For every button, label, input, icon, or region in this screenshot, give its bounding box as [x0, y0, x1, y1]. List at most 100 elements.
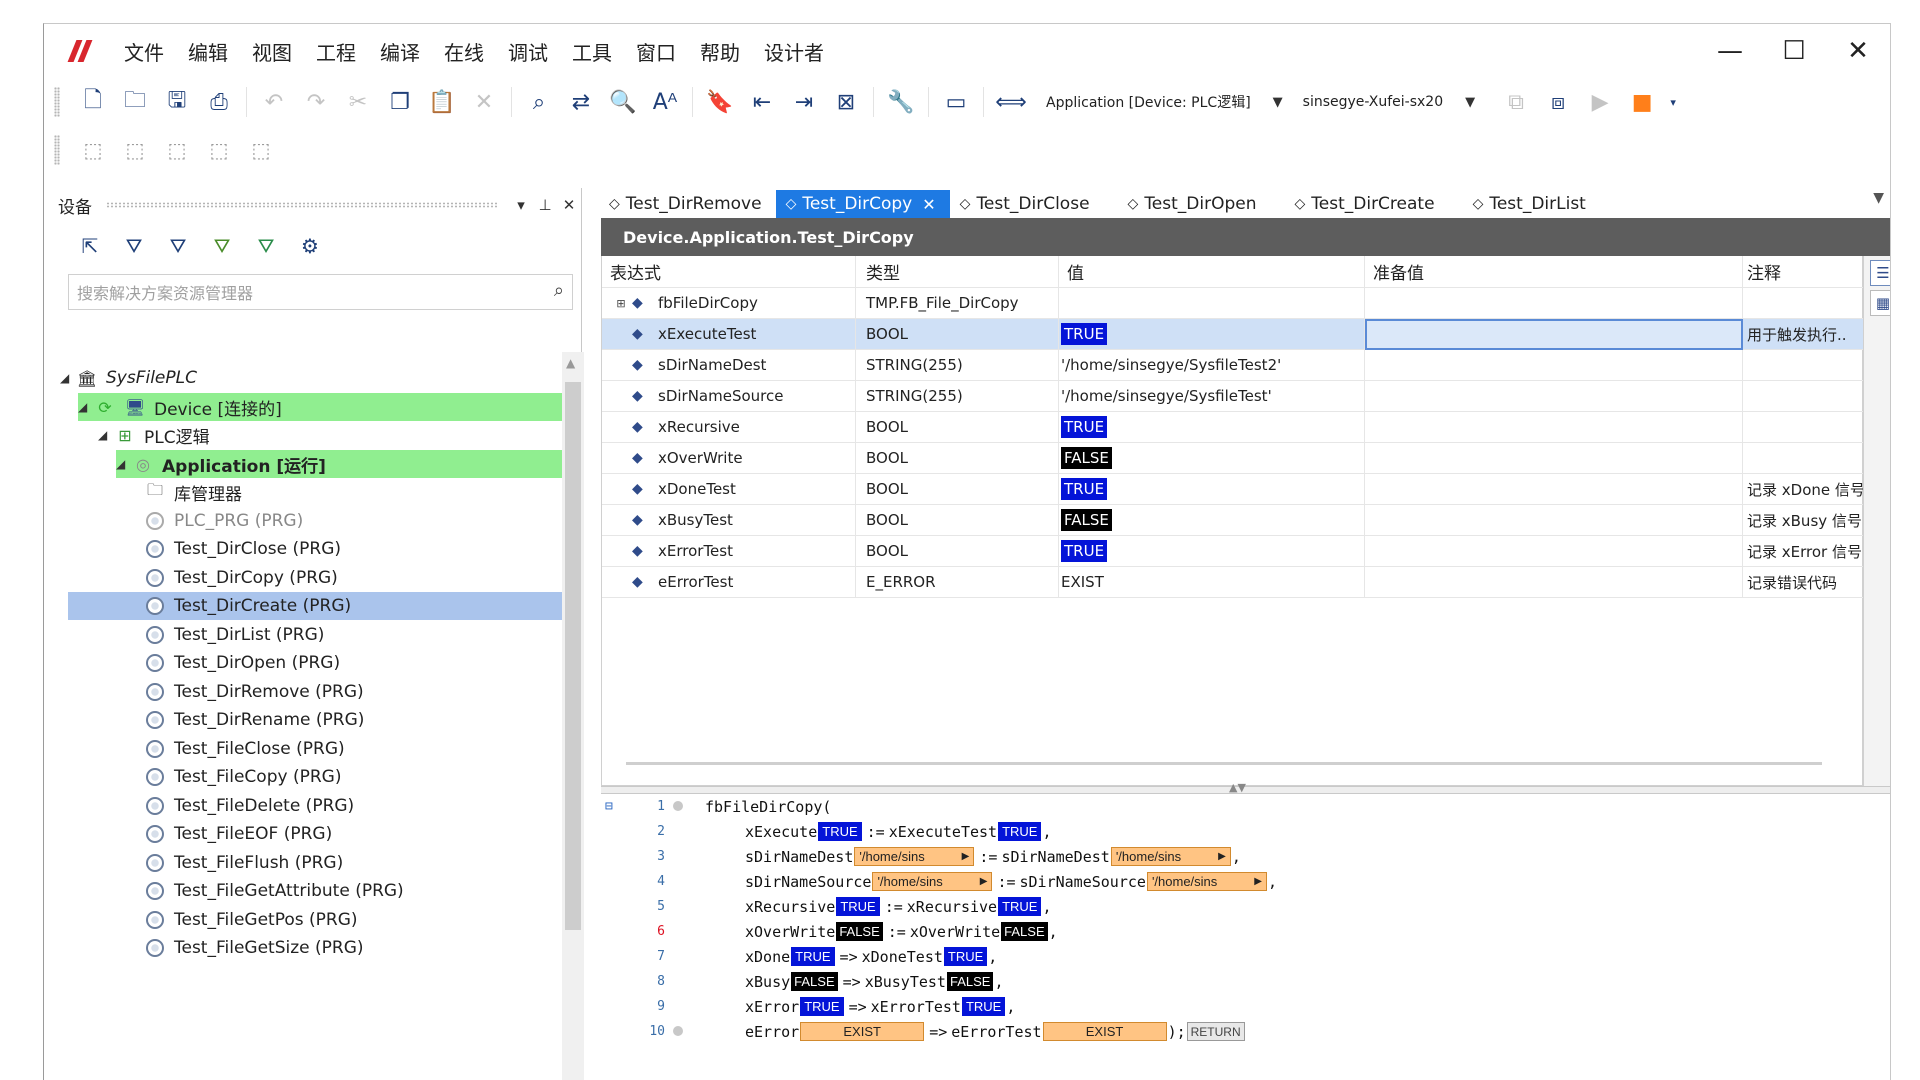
search-icon[interactable]: ⌕ — [554, 280, 564, 301]
column-header-comment[interactable]: 注释 — [1743, 256, 1864, 288]
menu-edit[interactable]: 编辑 — [176, 37, 240, 66]
expand-icon[interactable]: ◢ — [60, 371, 76, 385]
breakpoint-marker[interactable] — [673, 801, 683, 811]
menu-project[interactable]: 工程 — [304, 37, 368, 66]
login-icon[interactable]: ⧉ — [1498, 84, 1534, 120]
page-icon[interactable]: ⬚ — [75, 132, 111, 168]
filter-icon[interactable]: ⛛ — [117, 228, 151, 264]
cell-prepared-value-input[interactable] — [1365, 319, 1743, 350]
stop-icon[interactable]: ■ — [1624, 84, 1660, 120]
expand-icon[interactable]: ◢ — [116, 457, 132, 471]
editor-splitter[interactable]: ▲▼ — [601, 781, 1890, 794]
menu-designer[interactable]: 设计者 — [752, 37, 836, 66]
wrench-icon[interactable]: 🔧 — [883, 84, 919, 120]
tree-node-prg[interactable]: Test_DirRemove (PRG) — [144, 678, 364, 706]
tree-node-application[interactable]: ◢ ◎ Application [运行] — [116, 450, 562, 478]
toolbar-grip[interactable] — [54, 87, 60, 117]
menu-file[interactable]: 文件 — [112, 37, 176, 66]
inline-value-false[interactable]: FALSE — [1001, 922, 1048, 941]
pin-icon[interactable]: ⊥ — [533, 196, 557, 214]
export-icon[interactable]: ⇱ — [73, 228, 107, 264]
inline-value-string[interactable]: '/home/sins ▶ — [854, 847, 975, 866]
undo-icon[interactable]: ↶ — [256, 84, 292, 120]
code-editor[interactable]: ⊟ 1 fbFileDirCopy( 2 xExecute TRUE := xE… — [601, 794, 1890, 1080]
table-view-icon[interactable]: ▦ — [1870, 290, 1890, 316]
tab-test-dirremove[interactable]: ◇ Test_DirRemove — [599, 190, 776, 218]
filter-icon[interactable]: ⛛ — [161, 228, 195, 264]
page-icon[interactable]: ⬚ — [243, 132, 279, 168]
column-header-prepared-value[interactable]: 准备值 — [1365, 256, 1743, 288]
tree-node-prg[interactable]: Test_FileGetPos (PRG) — [144, 906, 358, 934]
expand-arrow-icon[interactable]: ▶ — [1218, 851, 1226, 862]
cell-prepared-value[interactable] — [1365, 443, 1743, 474]
prev-bookmark-icon[interactable]: ⇤ — [744, 84, 780, 120]
menu-window[interactable]: 窗口 — [624, 37, 688, 66]
tree-node-prg[interactable]: Test_FileEOF (PRG) — [144, 820, 332, 848]
filter-icon[interactable]: ⛛ — [249, 228, 283, 264]
target-device-combo[interactable]: sinsegye-Xufei-sx20 ▼ — [1303, 94, 1495, 110]
cut-icon[interactable]: ✂ — [340, 84, 376, 120]
tree-node-prg[interactable]: Test_DirClose (PRG) — [144, 535, 341, 563]
expand-plus-icon[interactable]: ⊞ — [610, 297, 632, 310]
replace-icon[interactable]: ⇄ — [563, 84, 599, 120]
tab-overflow-icon[interactable]: ▼ — [1873, 190, 1884, 206]
close-button[interactable]: ✕ — [1826, 24, 1890, 78]
tree-node-prg[interactable]: Test_FileDelete (PRG) — [144, 792, 354, 820]
new-file-icon[interactable]: 🗋 — [75, 84, 111, 120]
tree-node-prg[interactable]: Test_DirRename (PRG) — [144, 706, 364, 734]
clear-bookmarks-icon[interactable]: ⊠ — [828, 84, 864, 120]
inline-value-string[interactable]: '/home/sins ▶ — [872, 872, 993, 891]
watch-horizontal-scrollbar[interactable] — [626, 762, 1822, 765]
inline-value-true[interactable]: TRUE — [998, 822, 1042, 841]
cell-prepared-value[interactable] — [1365, 412, 1743, 443]
replace-all-icon[interactable]: Aᴬ — [647, 84, 683, 120]
tree-node-prg[interactable]: Test_FileGetSize (PRG) — [144, 934, 364, 962]
splitter-arrows-icon[interactable]: ▲▼ — [1229, 781, 1246, 794]
tree-node-prg[interactable]: Test_DirCopy (PRG) — [144, 564, 338, 592]
fold-collapse-icon[interactable]: ⊟ — [605, 799, 619, 814]
menu-debug[interactable]: 调试 — [496, 37, 560, 66]
inline-value-true[interactable]: TRUE — [836, 897, 880, 916]
pane-menu-icon[interactable]: ▾ — [509, 196, 533, 214]
close-tab-icon[interactable]: ✕ — [922, 195, 935, 214]
expand-arrow-icon[interactable]: ▶ — [980, 876, 988, 887]
inline-value-false[interactable]: FALSE — [836, 922, 883, 941]
tree-node-library-manager[interactable]: 🗀 库管理器 — [144, 478, 242, 506]
window-icon[interactable]: ▭ — [938, 84, 974, 120]
menu-tools[interactable]: 工具 — [560, 37, 624, 66]
delete-icon[interactable]: ✕ — [466, 84, 502, 120]
chevron-down-icon[interactable]: ▼ — [1273, 95, 1283, 110]
expand-arrow-icon[interactable]: ▶ — [962, 851, 970, 862]
scroll-up-icon[interactable]: ▲ — [566, 356, 575, 370]
copy-icon[interactable]: ❐ — [382, 84, 418, 120]
menu-help[interactable]: 帮助 — [688, 37, 752, 66]
toolbar-overflow-icon[interactable]: ▾ — [1666, 84, 1680, 120]
inline-value-true[interactable]: TRUE — [998, 897, 1042, 916]
start-icon[interactable]: ▶ — [1582, 84, 1618, 120]
cell-prepared-value[interactable] — [1365, 505, 1743, 536]
find-icon[interactable]: ⌕ — [521, 84, 557, 120]
inline-value-enum[interactable]: EXIST — [1042, 1022, 1167, 1041]
filter-icon[interactable]: ⛛ — [205, 228, 239, 264]
tab-test-dircreate[interactable]: ◇ Test_DirCreate — [1285, 190, 1449, 218]
chevron-down-icon[interactable]: ▼ — [1465, 95, 1475, 110]
redo-icon[interactable]: ↷ — [298, 84, 334, 120]
inline-value-enum[interactable]: EXIST — [800, 1022, 925, 1041]
tree-node-prg[interactable]: Test_DirList (PRG) — [144, 621, 324, 649]
menu-online[interactable]: 在线 — [432, 37, 496, 66]
menu-view[interactable]: 视图 — [240, 37, 304, 66]
inline-value-false[interactable]: FALSE — [791, 972, 838, 991]
tree-node-project[interactable]: ◢ 🏛 SysFilePLC — [60, 364, 197, 392]
cell-prepared-value[interactable] — [1365, 350, 1743, 381]
bookmark-icon[interactable]: 🔖 — [702, 84, 738, 120]
expand-icon[interactable]: ◢ — [78, 400, 94, 414]
find-in-project-icon[interactable]: 🔍 — [605, 84, 641, 120]
tree-node-prg[interactable]: Test_FileFlush (PRG) — [144, 849, 343, 877]
tree-node-plc-logic[interactable]: ◢ ⊞ PLC逻辑 — [98, 421, 210, 449]
expand-arrow-icon[interactable]: ▶ — [1254, 876, 1262, 887]
cell-prepared-value[interactable] — [1365, 536, 1743, 567]
tab-test-dircopy[interactable]: ◇ Test_DirCopy ✕ — [775, 190, 950, 218]
maximize-button[interactable]: ☐ — [1762, 24, 1826, 78]
tree-node-prg[interactable]: Test_FileCopy (PRG) — [144, 763, 341, 791]
cell-prepared-value[interactable] — [1365, 567, 1743, 598]
